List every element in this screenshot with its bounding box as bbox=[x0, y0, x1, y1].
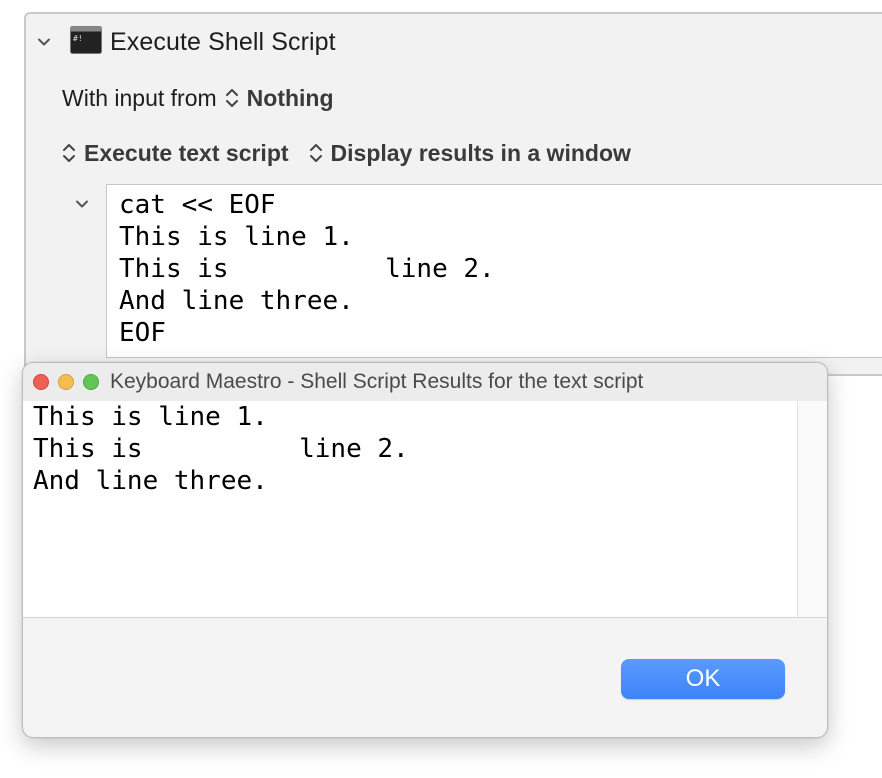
display-mode-value: Display results in a window bbox=[330, 139, 631, 166]
divider bbox=[23, 617, 827, 618]
script-options-row: Execute text script Display results in a… bbox=[62, 137, 651, 169]
close-window-icon[interactable] bbox=[33, 374, 49, 390]
input-source-value: Nothing bbox=[246, 84, 334, 111]
screen: #! Execute Shell Script With input from … bbox=[0, 0, 882, 778]
input-source-row: With input from Nothing bbox=[62, 82, 334, 114]
results-scrollbar[interactable] bbox=[797, 401, 827, 617]
action-header: #! Execute Shell Script bbox=[34, 25, 336, 59]
window-titlebar[interactable]: Keyboard Maestro - Shell Script Results … bbox=[23, 363, 827, 401]
zoom-window-icon[interactable] bbox=[83, 374, 99, 390]
script-text-editor[interactable]: cat << EOF This is line 1. This is line … bbox=[106, 184, 882, 358]
collapse-chevron-icon[interactable] bbox=[34, 32, 54, 52]
updown-arrows-icon bbox=[225, 89, 238, 107]
action-title: Execute Shell Script bbox=[110, 27, 336, 56]
terminal-script-icon: #! bbox=[70, 25, 110, 59]
ok-button[interactable]: OK bbox=[621, 659, 785, 699]
script-collapse-chevron-icon[interactable] bbox=[74, 196, 94, 216]
execute-mode-value: Execute text script bbox=[84, 139, 289, 166]
updown-arrows-icon bbox=[63, 144, 75, 162]
svg-text:#!: #! bbox=[73, 34, 83, 43]
window-controls bbox=[33, 374, 108, 390]
updown-arrows-icon bbox=[309, 144, 322, 162]
window-title: Keyboard Maestro - Shell Script Results … bbox=[110, 370, 644, 393]
input-source-popup[interactable]: Nothing bbox=[225, 85, 334, 112]
results-output-text[interactable]: This is line 1. This is line 2. And line… bbox=[23, 401, 797, 617]
input-source-label: With input from bbox=[62, 84, 217, 111]
execute-shell-script-action: #! Execute Shell Script With input from … bbox=[24, 12, 882, 376]
display-mode-popup[interactable]: Display results in a window bbox=[309, 140, 631, 167]
execute-mode-popup[interactable]: Execute text script bbox=[62, 140, 289, 167]
minimize-window-icon[interactable] bbox=[58, 374, 74, 390]
shell-script-results-window: Keyboard Maestro - Shell Script Results … bbox=[22, 362, 828, 738]
